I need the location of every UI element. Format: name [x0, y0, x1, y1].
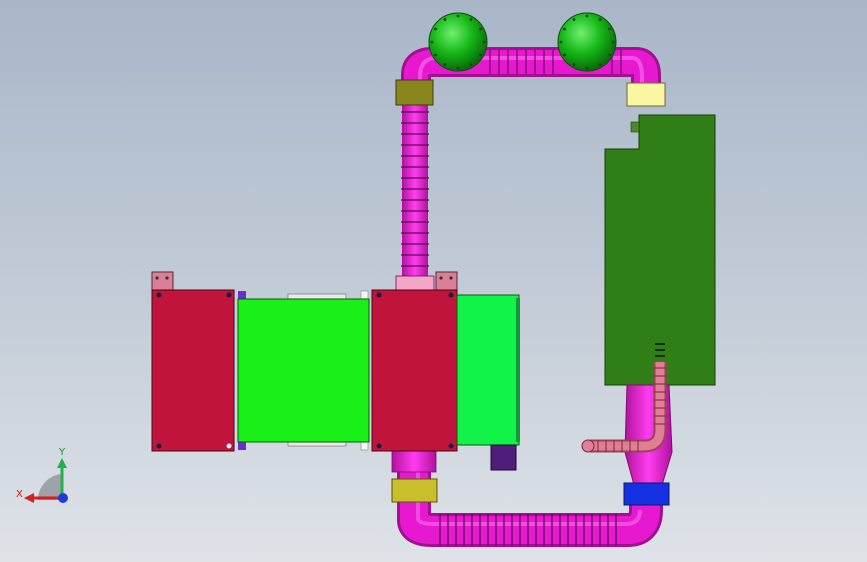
- red-box-left[interactable]: [151, 289, 235, 452]
- purple-strip-bottom: [238, 442, 246, 450]
- axis-x-label: X: [16, 489, 23, 500]
- green-box-right[interactable]: [456, 294, 520, 446]
- axis-y-label: Y: [58, 447, 66, 458]
- cad-viewport[interactable]: X Y: [0, 0, 867, 562]
- blue-block[interactable]: [623, 482, 670, 506]
- green-sphere-left[interactable]: [428, 12, 488, 72]
- coordinate-triad: X Y: [16, 447, 68, 503]
- bracket-right: [435, 271, 458, 292]
- yellow-flange[interactable]: [391, 478, 438, 503]
- purple-strip-top: [238, 291, 246, 299]
- red-box-center[interactable]: [371, 289, 458, 452]
- olive-flange[interactable]: [395, 79, 434, 106]
- dark-green-tank[interactable]: [604, 114, 716, 386]
- vertical-pipe[interactable]: [395, 104, 435, 291]
- green-sphere-right[interactable]: [557, 12, 617, 72]
- purple-block[interactable]: [490, 444, 517, 471]
- pale-yellow-flange[interactable]: [626, 82, 666, 107]
- green-box-center[interactable]: [237, 298, 370, 443]
- bracket-left: [151, 271, 174, 292]
